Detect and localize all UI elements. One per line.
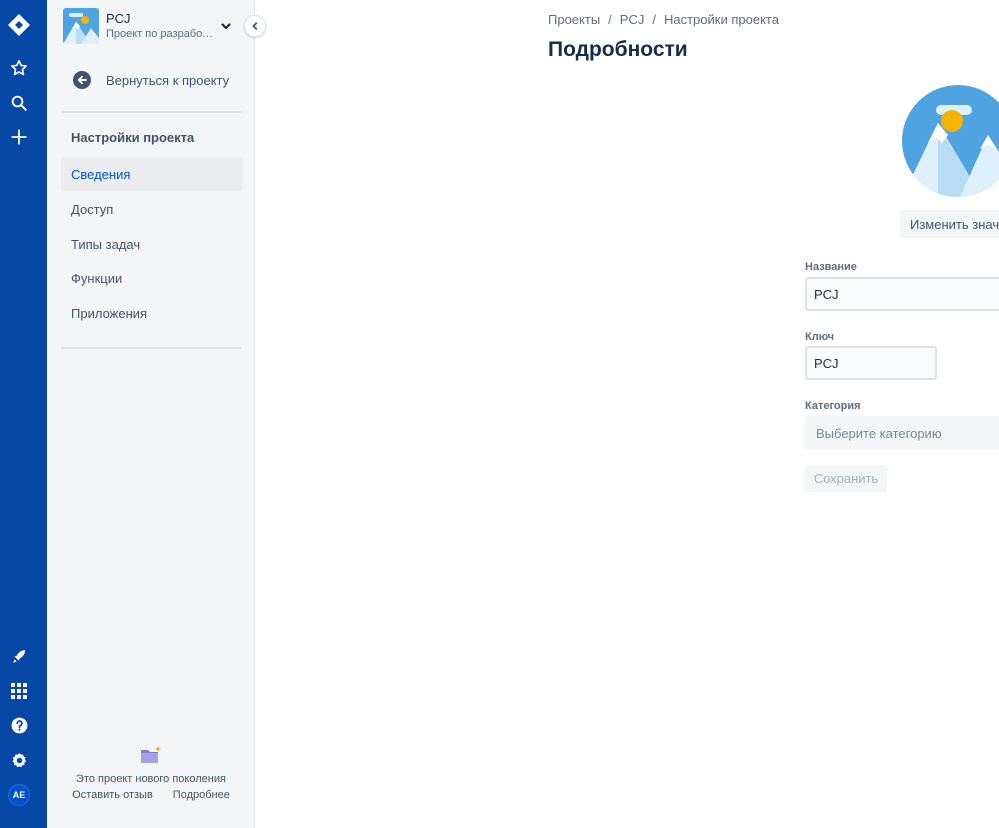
project-type: Проект по разработке программного обеспе… <box>106 28 216 40</box>
settings-section-title: Настройки проекта <box>71 130 195 145</box>
learn-more-link[interactable]: Подробнее <box>173 789 230 801</box>
help-icon[interactable] <box>8 714 30 736</box>
breadcrumb: Проекты / PCJ / Настройки проекта <box>548 12 779 27</box>
rocket-icon[interactable] <box>8 645 30 667</box>
search-icon[interactable] <box>8 92 30 114</box>
sidebar-divider <box>61 111 241 113</box>
sidebar-item-access[interactable]: Доступ <box>61 192 242 226</box>
apps-grid-icon[interactable] <box>8 680 30 702</box>
sidebar-item-features[interactable]: Функции <box>61 261 242 295</box>
user-avatar[interactable]: AE <box>8 784 30 806</box>
project-switcher[interactable]: PCJ Проект по разработке программного об… <box>63 8 243 44</box>
project-sidebar: PCJ Проект по разработке программного об… <box>47 0 255 828</box>
arrow-left-icon <box>73 71 91 89</box>
sidebar-item-label: Типы задач <box>71 236 141 252</box>
feedback-link[interactable]: Оставить отзыв <box>72 789 153 801</box>
save-button[interactable]: Сохранить <box>805 465 887 492</box>
category-select[interactable]: Выберите категорию <box>805 416 999 450</box>
next-gen-note: Это проект нового поколения <box>76 773 226 785</box>
sidebar-item-label: Сведения <box>71 166 131 182</box>
breadcrumb-project[interactable]: PCJ <box>620 12 645 27</box>
project-icon-preview <box>902 85 999 197</box>
sidebar-item-issue-types[interactable]: Типы задач <box>61 227 242 261</box>
sidebar-divider <box>61 347 241 349</box>
key-label: Ключ <box>805 331 835 343</box>
project-name: PCJ <box>106 11 131 26</box>
breadcrumb-separator: / <box>608 12 612 27</box>
sidebar-item-label: Приложения <box>71 305 148 321</box>
next-gen-notice: Это проект нового поколения Оставить отз… <box>47 745 255 801</box>
sidebar-item-details[interactable]: Сведения <box>61 157 242 191</box>
chevron-down-icon[interactable] <box>219 19 233 33</box>
breadcrumb-projects[interactable]: Проекты <box>548 12 600 27</box>
name-label: Название <box>805 261 857 273</box>
star-icon[interactable] <box>8 57 30 79</box>
page-title: Подробности <box>548 38 688 61</box>
folder-sparkle-icon <box>140 745 162 765</box>
breadcrumb-settings[interactable]: Настройки проекта <box>664 12 779 27</box>
plus-icon[interactable] <box>8 126 30 148</box>
key-field[interactable]: PCJ <box>805 346 937 380</box>
jira-logo-icon[interactable] <box>7 13 31 37</box>
project-avatar <box>63 8 99 44</box>
back-to-project-link[interactable]: Вернуться к проекту <box>73 70 229 90</box>
sidebar-item-label: Функции <box>71 270 123 286</box>
back-link-label: Вернуться к проекту <box>106 72 230 88</box>
sidebar-item-label: Доступ <box>71 201 114 217</box>
name-field[interactable]: PCJ <box>805 277 999 311</box>
collapse-sidebar-button[interactable] <box>244 15 266 37</box>
chevron-left-icon <box>250 21 260 31</box>
global-nav: AE <box>0 0 47 828</box>
settings-gear-icon[interactable] <box>8 749 30 771</box>
category-label: Категория <box>805 400 861 412</box>
change-icon-button[interactable]: Изменить значок <box>900 210 999 238</box>
sidebar-item-apps[interactable]: Приложения <box>61 296 242 330</box>
breadcrumb-separator: / <box>652 12 656 27</box>
